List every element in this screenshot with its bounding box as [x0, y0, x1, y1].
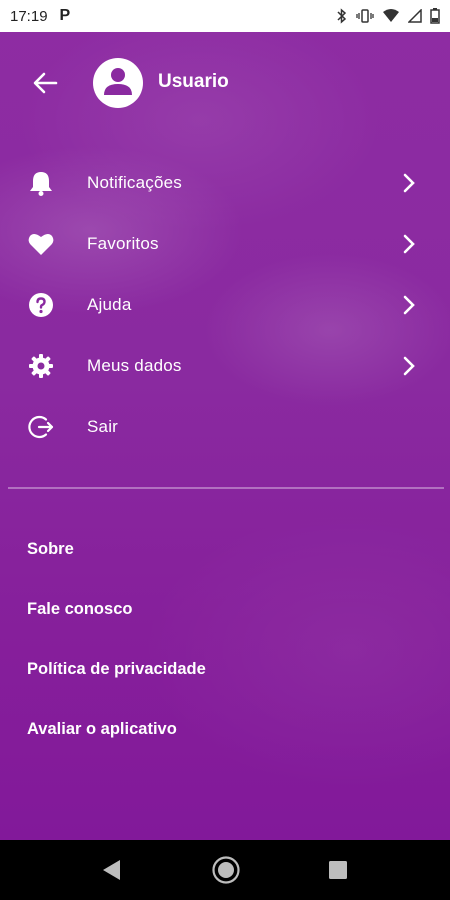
bluetooth-icon — [336, 8, 348, 24]
nav-back-icon[interactable] — [100, 858, 122, 887]
link-politica-privacidade[interactable]: Política de privacidade — [0, 639, 450, 699]
link-sobre[interactable]: Sobre — [0, 519, 450, 579]
nav-recents-icon[interactable] — [329, 861, 347, 884]
menu-item-label: Ajuda — [87, 294, 132, 314]
menu-item-meus-dados[interactable]: Meus dados — [0, 335, 450, 396]
drawer-header: Usuario — [0, 32, 450, 134]
link-fale-conosco[interactable]: Fale conosco — [0, 579, 450, 639]
system-nav-bar — [0, 840, 450, 900]
battery-icon — [430, 8, 440, 24]
status-bar: 17:19 P — [0, 0, 450, 32]
chevron-right-icon — [402, 355, 416, 377]
link-avaliar-aplicativo[interactable]: Avaliar o aplicativo — [0, 699, 450, 759]
back-button[interactable] — [30, 68, 60, 98]
vibrate-icon — [356, 9, 374, 23]
bell-icon — [28, 170, 54, 196]
status-app-indicator: P — [59, 7, 71, 24]
heart-icon — [28, 231, 54, 257]
avatar[interactable] — [93, 58, 143, 108]
wifi-icon — [382, 9, 400, 23]
chevron-right-icon — [402, 294, 416, 316]
user-name: Usuario — [158, 71, 229, 92]
status-icons — [336, 8, 440, 24]
help-icon — [28, 292, 54, 318]
menu-item-label: Favoritos — [87, 233, 159, 253]
status-time: 17:19 — [10, 7, 48, 25]
menu-divider — [8, 487, 444, 489]
user-icon — [101, 64, 135, 103]
drawer-menu: Notificações Favoritos Ajuda Meus dados … — [0, 152, 450, 457]
gear-icon — [28, 353, 54, 379]
info-links: Sobre Fale conosco Política de privacida… — [0, 519, 450, 759]
menu-item-sair[interactable]: Sair — [0, 396, 450, 457]
chevron-right-icon — [402, 233, 416, 255]
menu-item-label: Notificações — [87, 172, 182, 192]
menu-item-label: Meus dados — [87, 355, 182, 375]
arrow-left-icon — [30, 72, 60, 102]
app-screen: 17:19 P Usuario Notificações Favoritos A… — [0, 0, 450, 840]
signal-icon — [408, 9, 422, 23]
menu-item-label: Sair — [87, 416, 119, 436]
logout-icon — [28, 414, 54, 440]
menu-item-ajuda[interactable]: Ajuda — [0, 274, 450, 335]
menu-item-favoritos[interactable]: Favoritos — [0, 213, 450, 274]
menu-item-notificacoes[interactable]: Notificações — [0, 152, 450, 213]
nav-home-icon[interactable] — [211, 855, 241, 890]
chevron-right-icon — [402, 172, 416, 194]
